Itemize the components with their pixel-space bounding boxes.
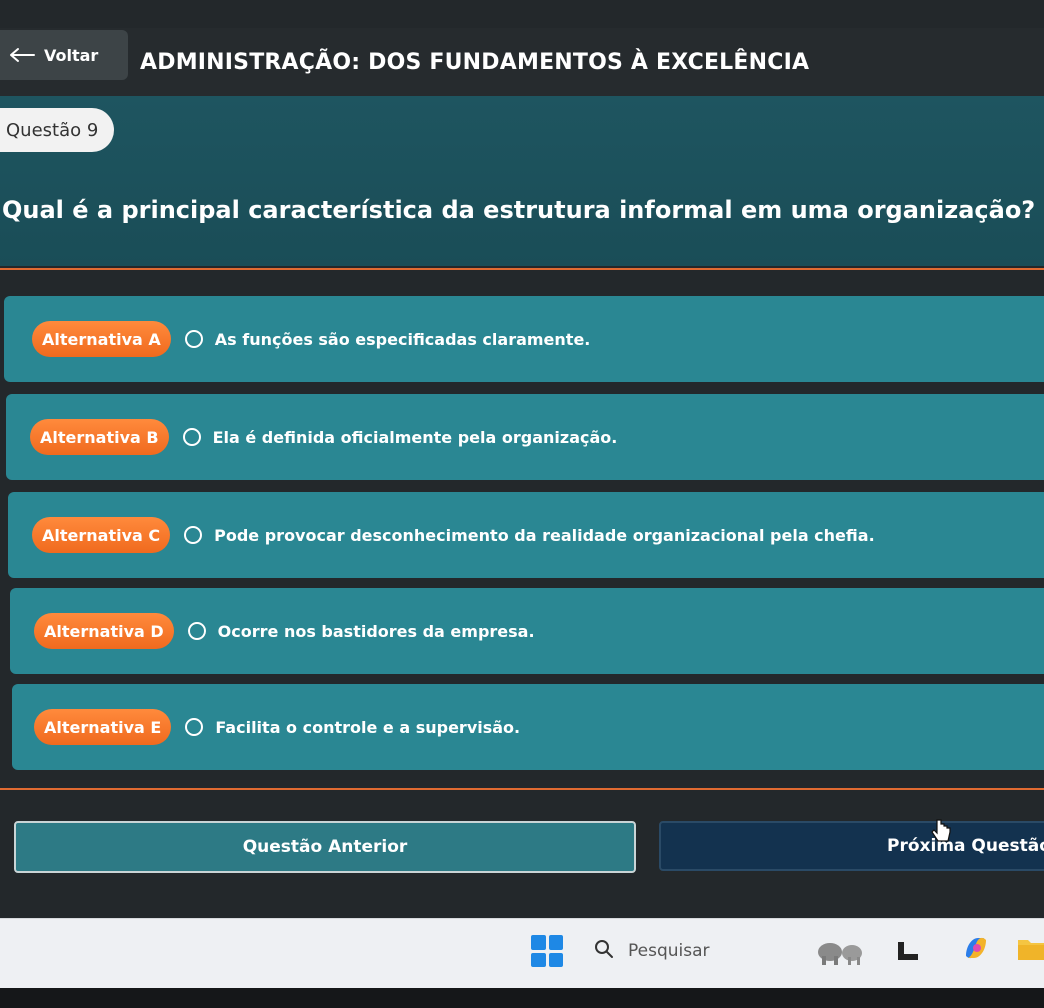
option-d[interactable]: Alternativa D Ocorre nos bastidores da e… [10,588,1044,674]
taskbar-search[interactable]: Pesquisar [594,934,834,968]
option-e-text: Facilita o controle e a supervisão. [215,717,521,737]
taskbar [0,918,1044,988]
task-view-icon[interactable] [896,940,920,966]
option-a-text: As funções são especificadas claramente. [214,329,591,349]
radio-a[interactable] [184,330,203,348]
previous-question-button[interactable]: Questão Anterior [14,821,636,873]
option-c-text: Pode provocar desconhecimento da realida… [214,525,875,545]
course-title: ADMINISTRAÇÃO: DOS FUNDAMENTOS À EXCELÊN… [140,50,810,75]
file-explorer-icon[interactable] [1018,934,1044,966]
divider-top [0,268,1044,270]
question-number-badge: Questão 9 [0,108,115,152]
next-question-button[interactable]: Próxima Questão [659,821,1044,871]
hand-cursor-icon [930,818,952,848]
question-text: Qual é a principal característica da est… [2,196,1036,224]
option-c-label: Alternativa C [32,517,171,553]
option-b-label: Alternativa B [30,419,169,455]
option-d-label: Alternativa D [34,613,174,649]
option-e[interactable]: Alternativa E Facilita o controle e a su… [12,684,1044,770]
arrow-left-icon [0,47,44,63]
option-e-label: Alternativa E [34,709,172,745]
option-d-text: Ocorre nos bastidores da empresa. [217,621,535,641]
radio-c[interactable] [184,526,203,544]
quiz-app: Voltar ADMINISTRAÇÃO: DOS FUNDAMENTOS À … [0,0,1044,918]
copilot-icon[interactable] [960,932,992,968]
elephant-widget-icon[interactable] [810,936,870,970]
search-placeholder: Pesquisar [628,941,710,961]
monitor-bezel [0,988,1044,1008]
option-b-text: Ela é definida oficialmente pela organiz… [212,427,618,447]
back-button-label: Voltar [44,45,99,65]
radio-e[interactable] [185,718,204,736]
back-button[interactable]: Voltar [0,30,128,80]
radio-d[interactable] [187,622,206,640]
option-a-label: Alternativa A [32,321,171,357]
option-a[interactable]: Alternativa A As funções são especificad… [4,296,1044,382]
radio-b[interactable] [182,428,201,446]
option-b[interactable]: Alternativa B Ela é definida oficialment… [6,394,1044,480]
question-panel [0,96,1044,266]
windows-start-icon[interactable] [531,935,563,967]
search-icon [594,939,614,963]
divider-bottom [0,788,1044,790]
option-c[interactable]: Alternativa C Pode provocar desconhecime… [8,492,1044,578]
